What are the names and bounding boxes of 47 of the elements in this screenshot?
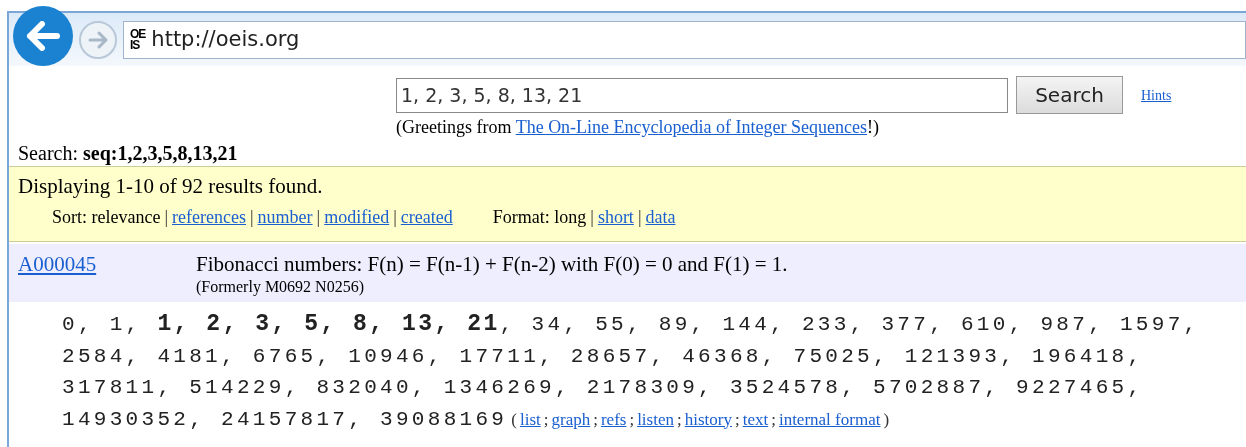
separator: | [250, 206, 254, 228]
encyclopedia-link[interactable]: The On-Line Encyclopedia of Integer Sequences [515, 117, 867, 137]
separator: ) [883, 408, 890, 431]
search-query: Search: seq:1,2,3,5,8,13,21 [17, 141, 239, 165]
link[interactable]: internal format [778, 403, 881, 435]
link[interactable]: data [645, 206, 676, 228]
forward-arrow-icon [87, 30, 109, 49]
separator: ; [771, 408, 776, 431]
sequence-terms: 317811, 514229, 832040, 1346269, 2178309, 3524578, 5702887, 9227465, [62, 375, 1144, 401]
label: Sort: relevance [52, 206, 161, 228]
link[interactable]: list [519, 403, 541, 435]
link[interactable]: listen [637, 403, 674, 435]
separator: | [393, 206, 397, 228]
greeting-text: (Greetings from The On-Line Encyclopedia of Integer Sequences!) [395, 116, 880, 138]
link[interactable]: history [684, 403, 732, 435]
link[interactable]: references [172, 206, 246, 228]
separator: ; [629, 408, 635, 431]
separator: | [316, 206, 321, 228]
search-field[interactable]: 1, 2, 3, 5, 8, 13, 21 [396, 77, 1008, 113]
link[interactable]: graph [551, 403, 591, 435]
search-button[interactable]: Search [1016, 76, 1123, 114]
url-text: http://oeis.org [151, 25, 300, 53]
sequence-name: Fibonacci numbers: F(n) = F(n-1) + F(n-2) with F(0) = 0 and F(1) = 1. [196, 251, 788, 277]
separator: ; [593, 408, 598, 431]
sequence-terms: 14930352, 24157817, 39088169 [62, 406, 508, 433]
separator: ; [543, 408, 549, 431]
label: Format: long [492, 206, 587, 228]
separator: ; [677, 408, 682, 431]
sequence-id-link[interactable]: A000045 [18, 251, 196, 277]
site-logo: OE IS [130, 28, 146, 51]
link[interactable]: number [257, 206, 313, 228]
separator: | [590, 206, 594, 228]
link[interactable]: short [597, 206, 634, 228]
hints-link[interactable]: Hints [1141, 84, 1172, 106]
separator: ; [734, 408, 740, 431]
separator: ( [511, 408, 517, 431]
back-arrow-icon [26, 20, 60, 51]
link[interactable]: modified [324, 206, 390, 228]
separator: | [637, 206, 642, 228]
link[interactable]: refs [600, 403, 627, 435]
sequence-terms: 0, 1, 1, 2, 3, 5, 8, 13, 21, 34, 55, 89, 144, 233, 377, 610, 987, 1597, [62, 310, 1200, 339]
results-summary: Displaying 1-10 of 92 results found. [18, 173, 324, 199]
separator: | [164, 206, 169, 228]
sequence-terms: 2584, 4181, 6765, 10946, 17711, 28657, 46368, 75025, 121393, 196418, [62, 343, 1144, 370]
former-ids: (Formerly M0692 N0256) [196, 277, 365, 297]
link[interactable]: created [400, 206, 453, 228]
link[interactable]: text [742, 403, 769, 435]
